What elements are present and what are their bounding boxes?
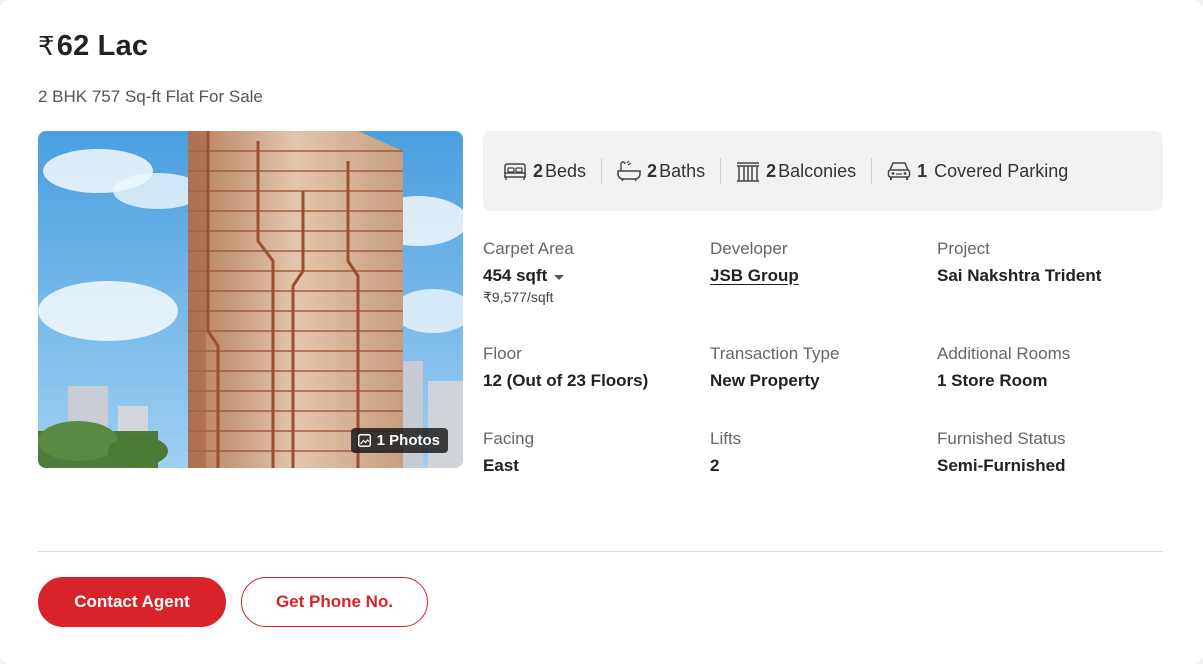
floor-value: 12 (Out of 23 Floors) <box>483 371 649 390</box>
facing-value: East <box>483 456 519 475</box>
beds-count: 2 <box>533 160 544 181</box>
developer-value[interactable]: JSB Group <box>710 265 799 287</box>
parking-label: Covered Parking <box>934 160 1069 181</box>
detail-carpet-area: Carpet Area 454 sqft ₹9,577/sqft <box>483 238 703 306</box>
detail-lifts: Lifts 2 <box>710 428 930 477</box>
amenities-bar: 2 Beds 2 Baths 2 Balconies 1 Covered Par… <box>483 131 1163 211</box>
developer-label: Developer <box>710 239 788 258</box>
price: ₹62 Lac <box>38 30 148 63</box>
building-image <box>38 131 463 468</box>
project-value[interactable]: Sai Nakshtra Trident <box>937 265 1157 287</box>
bed-icon <box>504 163 526 180</box>
amenity-parking: 1 Covered Parking <box>872 158 1083 184</box>
carpet-area-label: Carpet Area <box>483 239 574 258</box>
baths-count: 2 <box>647 160 658 181</box>
carpet-area-text: 454 sqft <box>483 266 548 285</box>
bathtub-icon <box>617 160 641 182</box>
developer-link[interactable]: JSB Group <box>710 265 930 287</box>
beds-label: Beds <box>545 160 587 181</box>
furnished-status-label: Furnished Status <box>937 429 1066 448</box>
furnished-status-value: Semi-Furnished <box>937 456 1066 475</box>
detail-floor: Floor 12 (Out of 23 Floors) <box>483 343 703 392</box>
get-phone-button[interactable]: Get Phone No. <box>241 577 428 627</box>
photo-count-label: 1 Photos <box>376 432 440 449</box>
detail-facing: Facing East <box>483 428 703 477</box>
parking-count: 1 <box>917 160 928 181</box>
lifts-label: Lifts <box>710 429 742 448</box>
currency-symbol: ₹ <box>38 31 55 61</box>
detail-furnished-status: Furnished Status Semi-Furnished <box>937 428 1157 477</box>
carpet-area-value[interactable]: 454 sqft <box>483 265 703 287</box>
divider <box>38 551 1163 552</box>
detail-project: Project Sai Nakshtra Trident <box>937 238 1157 287</box>
transaction-type-label: Transaction Type <box>710 344 840 363</box>
additional-rooms-value: 1 Store Room <box>937 371 1048 390</box>
chevron-down-icon[interactable] <box>554 274 565 280</box>
property-card: ₹62 Lac 2 BHK 757 Sq-ft Flat For Sale 1 … <box>0 0 1203 664</box>
amenity-balconies: 2 Balconies <box>721 158 873 184</box>
facing-label: Facing <box>483 429 535 448</box>
balconies-label: Balconies <box>778 160 857 181</box>
price-value: 62 Lac <box>56 30 149 62</box>
price-per-sqft: ₹9,577/sqft <box>483 289 554 305</box>
detail-transaction-type: Transaction Type New Property <box>710 343 930 392</box>
lifts-value: 2 <box>710 456 720 475</box>
project-label: Project <box>937 239 990 258</box>
listing-title: 2 BHK 757 Sq-ft Flat For Sale <box>38 87 263 106</box>
balconies-count: 2 <box>766 160 777 181</box>
floor-label: Floor <box>483 344 522 363</box>
amenity-beds: 2 Beds <box>503 158 603 184</box>
detail-developer: Developer JSB Group <box>710 238 930 287</box>
detail-additional-rooms: Additional Rooms 1 Store Room <box>937 343 1157 392</box>
balcony-icon <box>737 162 760 182</box>
photo-count-badge[interactable]: 1 Photos <box>350 428 448 453</box>
transaction-type-value: New Property <box>710 371 820 390</box>
additional-rooms-label: Additional Rooms <box>937 344 1071 363</box>
property-photo[interactable]: 1 Photos <box>38 131 463 468</box>
contact-agent-button[interactable]: Contact Agent <box>38 577 226 627</box>
amenity-baths: 2 Baths <box>602 158 722 184</box>
image-icon <box>357 434 371 447</box>
car-icon <box>887 162 911 180</box>
baths-label: Baths <box>659 160 706 181</box>
